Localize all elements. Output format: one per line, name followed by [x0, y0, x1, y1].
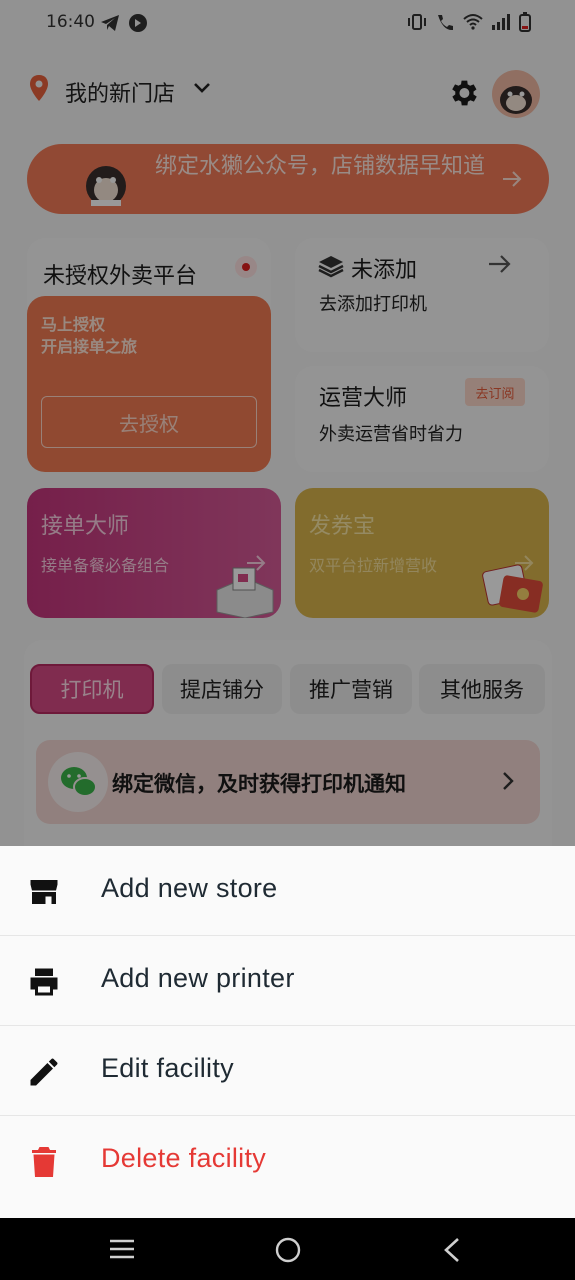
- add-store-label: Add new store: [101, 873, 278, 903]
- facility-action-sheet: Add new store Add new printer Edit facil…: [0, 846, 575, 1218]
- printer-icon: [30, 968, 58, 996]
- menu-icon[interactable]: [108, 1238, 136, 1260]
- edit-facility-item[interactable]: Edit facility: [0, 1026, 575, 1116]
- pencil-icon: [30, 1058, 58, 1086]
- edit-facility-label: Edit facility: [101, 1053, 234, 1083]
- modal-scrim[interactable]: [0, 0, 575, 846]
- home-icon[interactable]: [274, 1236, 302, 1264]
- add-printer-item[interactable]: Add new printer: [0, 936, 575, 1026]
- add-printer-label: Add new printer: [101, 963, 295, 993]
- back-icon[interactable]: [440, 1236, 464, 1264]
- store-icon: [30, 880, 58, 904]
- add-store-item[interactable]: Add new store: [0, 846, 575, 936]
- trash-icon: [32, 1147, 56, 1177]
- delete-facility-item[interactable]: Delete facility: [0, 1116, 575, 1206]
- system-nav-bar: [0, 1218, 575, 1280]
- delete-facility-label: Delete facility: [101, 1143, 267, 1173]
